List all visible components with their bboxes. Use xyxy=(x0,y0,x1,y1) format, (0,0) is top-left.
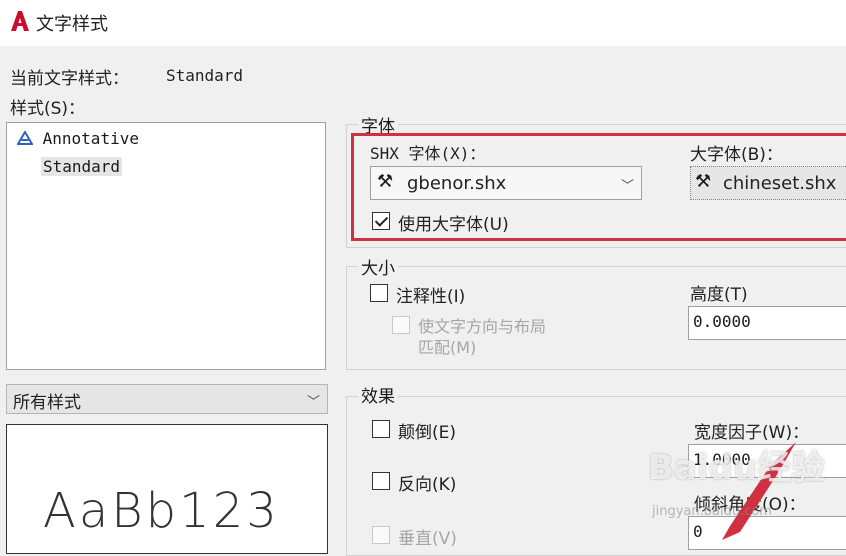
annotative-checkbox[interactable] xyxy=(370,284,388,302)
chevron-down-icon: ﹀ xyxy=(307,395,321,410)
highlight-rectangle xyxy=(351,133,846,241)
match-layout-checkbox[interactable] xyxy=(392,316,410,334)
list-item-label: Standard xyxy=(43,157,121,176)
watermark-sub: jingyan.baidu.com xyxy=(652,504,772,519)
backwards-label: 反向(K) xyxy=(398,475,457,495)
styles-listbox[interactable]: Annotative Standard xyxy=(6,122,326,370)
upside-down-label: 颠倒(E) xyxy=(398,423,457,443)
annotative-icon xyxy=(16,130,34,145)
current-style-label: 当前文字样式： xyxy=(10,69,129,89)
backwards-checkbox[interactable] xyxy=(372,472,390,490)
list-item-standard[interactable]: Standard xyxy=(41,157,123,176)
style-filter-value: 所有样式 xyxy=(13,393,81,413)
list-item-label: Annotative xyxy=(42,129,139,148)
height-input[interactable]: 0.0000 xyxy=(688,306,846,340)
window-title: 文字样式 xyxy=(36,14,108,35)
preview-text: AaBb123 xyxy=(43,483,280,539)
title-bar: 文字样式 xyxy=(0,0,846,46)
current-style-value: Standard xyxy=(166,66,244,85)
autocad-logo-icon xyxy=(11,11,29,31)
height-label: 高度(T) xyxy=(690,285,748,305)
watermark: Baidu经验 xyxy=(648,448,826,488)
vertical-checkbox[interactable] xyxy=(372,526,390,544)
styles-label: 样式(S)： xyxy=(10,99,86,119)
preview-box: AaBb123 xyxy=(6,424,328,554)
annotative-label: 注释性(I) xyxy=(396,287,466,307)
match-layout-label-line2: 匹配(M) xyxy=(418,338,477,357)
effects-group-title: 效果 xyxy=(358,382,398,407)
upside-down-checkbox[interactable] xyxy=(372,420,390,438)
size-group-title: 大小 xyxy=(358,254,398,279)
list-item-annotative[interactable]: Annotative xyxy=(16,129,139,148)
style-filter-dropdown[interactable]: 所有样式 ﹀ xyxy=(6,384,328,414)
vertical-label: 垂直(V) xyxy=(398,529,457,549)
